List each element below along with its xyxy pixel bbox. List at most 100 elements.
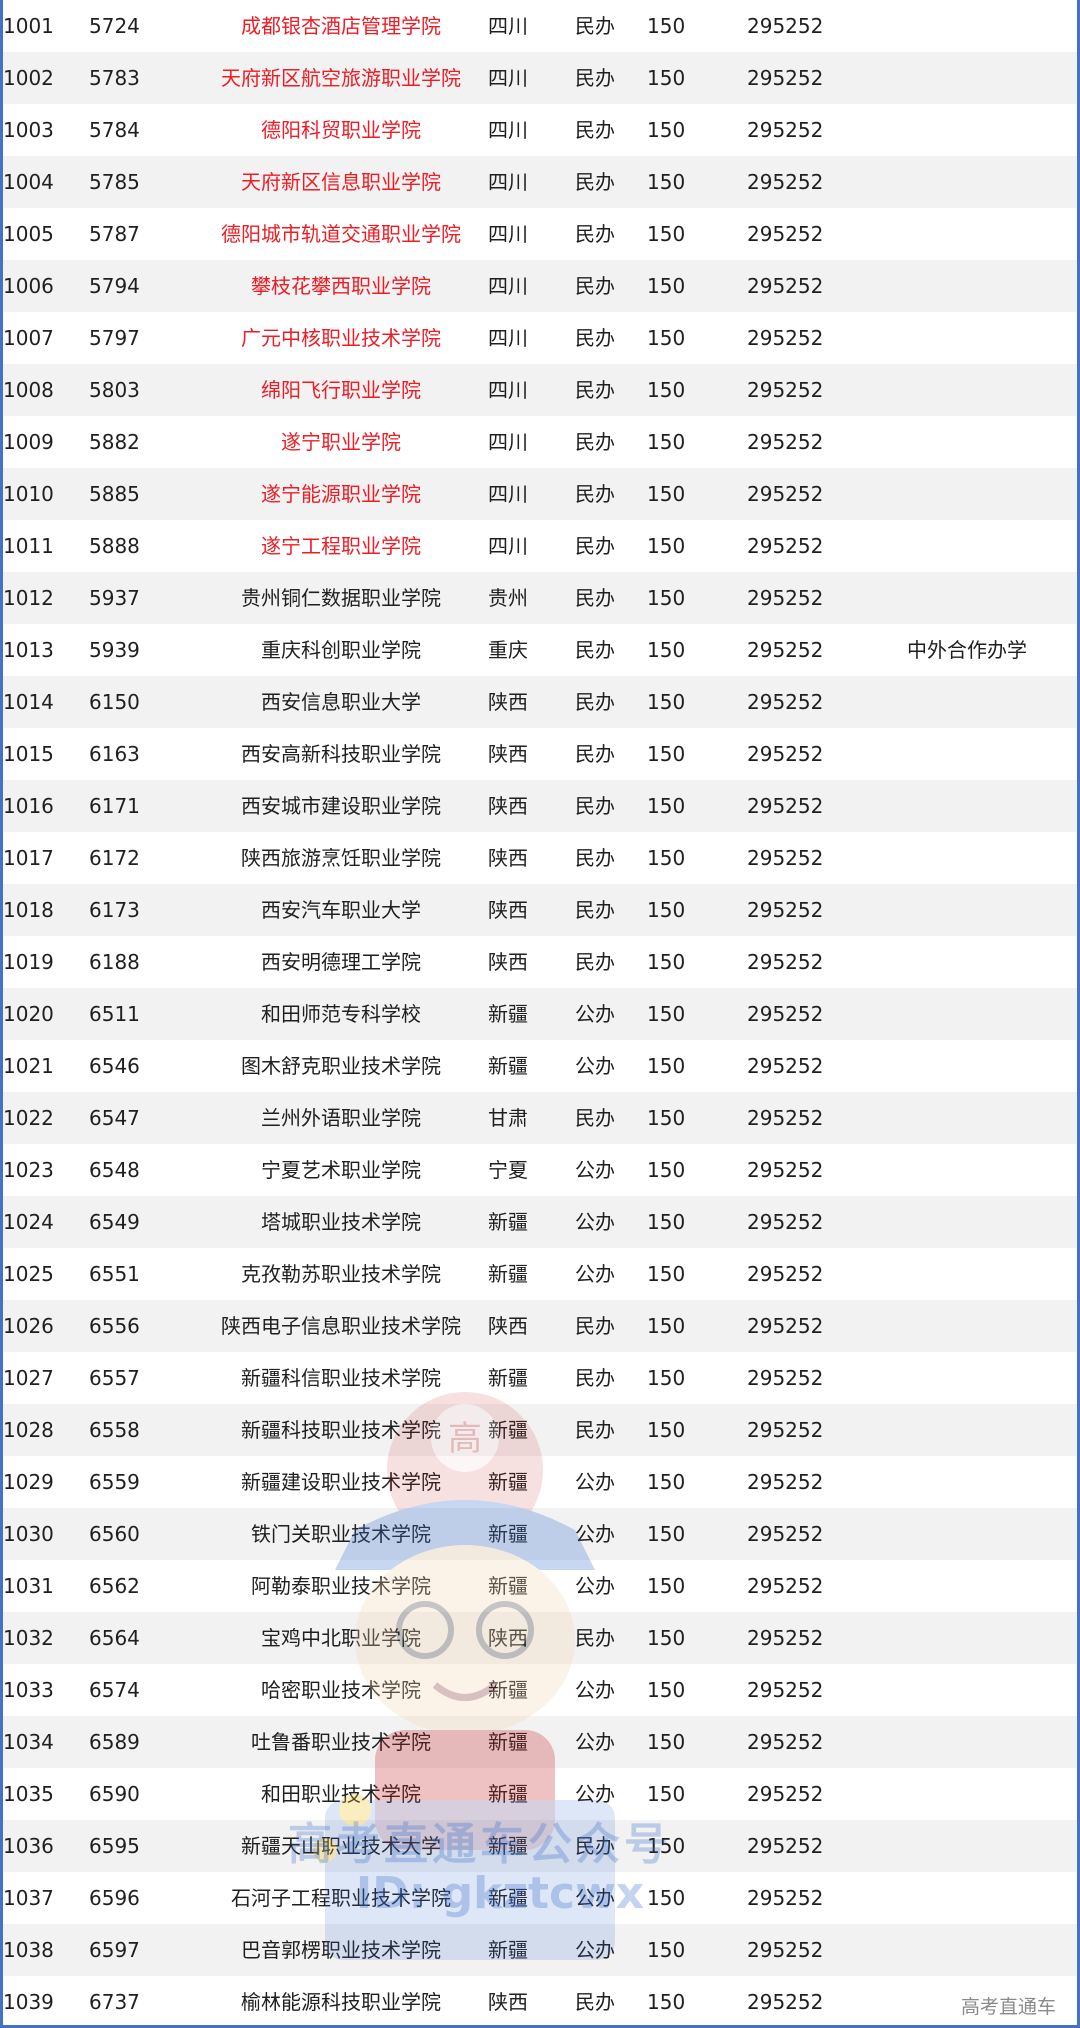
institution-code: 5885 bbox=[89, 482, 140, 506]
rank-value: 295252 bbox=[747, 1678, 824, 1702]
institution-code: 5787 bbox=[89, 222, 140, 246]
table-row: 1021 6546 图木舒克职业技术学院 新疆 公办 150 295252 bbox=[3, 1040, 1077, 1092]
institution-code: 5882 bbox=[89, 430, 140, 454]
table-row: 1034 6589 吐鲁番职业技术学院 新疆 公办 150 295252 bbox=[3, 1716, 1077, 1768]
remark bbox=[907, 1508, 1077, 1560]
row-index: 1002 bbox=[3, 66, 54, 90]
institution-name: 吐鲁番职业技术学院 bbox=[251, 1730, 431, 1754]
ownership-type: 民办 bbox=[575, 482, 615, 506]
remark bbox=[907, 312, 1077, 364]
institution-code: 6562 bbox=[89, 1574, 140, 1598]
score-value: 150 bbox=[647, 1990, 686, 2014]
remark bbox=[907, 1040, 1077, 1092]
ownership-type: 公办 bbox=[575, 1574, 615, 1598]
table-row: 1008 5803 绵阳飞行职业学院 四川 民办 150 295252 bbox=[3, 364, 1077, 416]
institution-name: 图木舒克职业技术学院 bbox=[241, 1054, 441, 1078]
table-row: 1013 5939 重庆科创职业学院 重庆 民办 150 295252 中外合作办学 bbox=[3, 624, 1077, 676]
remark bbox=[907, 936, 1077, 988]
score-value: 150 bbox=[647, 274, 686, 298]
remark bbox=[907, 1664, 1077, 1716]
row-index: 1013 bbox=[3, 638, 54, 662]
watermark-id: ID: gkztcwx bbox=[355, 1868, 645, 1919]
row-index: 1028 bbox=[3, 1418, 54, 1442]
institution-code: 6556 bbox=[89, 1314, 140, 1338]
remark bbox=[907, 1456, 1077, 1508]
table-row: 1017 6172 陕西旅游烹饪职业学院 陕西 民办 150 295252 bbox=[3, 832, 1077, 884]
remark bbox=[907, 988, 1077, 1040]
row-index: 1014 bbox=[3, 690, 54, 714]
institution-code: 6737 bbox=[89, 1990, 140, 2014]
ownership-type: 民办 bbox=[575, 898, 615, 922]
table-row: 1004 5785 天府新区信息职业学院 四川 民办 150 295252 bbox=[3, 156, 1077, 208]
ownership-type: 公办 bbox=[575, 1210, 615, 1234]
score-value: 150 bbox=[647, 66, 686, 90]
ownership-type: 公办 bbox=[575, 1470, 615, 1494]
province: 新疆 bbox=[488, 1054, 528, 1078]
score-value: 150 bbox=[647, 1314, 686, 1338]
score-value: 150 bbox=[647, 1366, 686, 1390]
rank-value: 295252 bbox=[747, 1782, 824, 1806]
score-value: 150 bbox=[647, 1522, 686, 1546]
institution-code: 5783 bbox=[89, 66, 140, 90]
score-value: 150 bbox=[647, 1678, 686, 1702]
remark bbox=[907, 260, 1077, 312]
institution-code: 5797 bbox=[89, 326, 140, 350]
institution-code: 5803 bbox=[89, 378, 140, 402]
table-row: 1003 5784 德阳科贸职业学院 四川 民办 150 295252 bbox=[3, 104, 1077, 156]
remark bbox=[907, 884, 1077, 936]
remark bbox=[907, 1092, 1077, 1144]
table-row: 1007 5797 广元中核职业技术学院 四川 民办 150 295252 bbox=[3, 312, 1077, 364]
table-row: 1024 6549 塔城职业技术学院 新疆 公办 150 295252 bbox=[3, 1196, 1077, 1248]
province: 陕西 bbox=[488, 898, 528, 922]
institution-code: 6595 bbox=[89, 1834, 140, 1858]
table-row: 1033 6574 哈密职业技术学院 新疆 公办 150 295252 bbox=[3, 1664, 1077, 1716]
table-row: 1019 6188 西安明德理工学院 陕西 民办 150 295252 bbox=[3, 936, 1077, 988]
score-value: 150 bbox=[647, 1262, 686, 1286]
remark bbox=[907, 468, 1077, 520]
institution-name: 宝鸡中北职业学院 bbox=[261, 1626, 421, 1650]
province: 四川 bbox=[488, 170, 528, 194]
rank-value: 295252 bbox=[747, 534, 824, 558]
province: 四川 bbox=[488, 534, 528, 558]
row-index: 1017 bbox=[3, 846, 54, 870]
remark bbox=[907, 1768, 1077, 1820]
table-row: 1001 5724 成都银杏酒店管理学院 四川 民办 150 295252 bbox=[3, 0, 1077, 52]
ownership-type: 公办 bbox=[575, 1002, 615, 1026]
province: 陕西 bbox=[488, 690, 528, 714]
table-row: 1022 6547 兰州外语职业学院 甘肃 民办 150 295252 bbox=[3, 1092, 1077, 1144]
row-index: 1020 bbox=[3, 1002, 54, 1026]
institution-name: 巴音郭楞职业技术学院 bbox=[241, 1938, 441, 1962]
row-index: 1010 bbox=[3, 482, 54, 506]
remark bbox=[907, 572, 1077, 624]
institution-name: 遂宁职业学院 bbox=[281, 430, 401, 454]
ownership-type: 公办 bbox=[575, 1262, 615, 1286]
score-value: 150 bbox=[647, 1210, 686, 1234]
table-row: 1025 6551 克孜勒苏职业技术学院 新疆 公办 150 295252 bbox=[3, 1248, 1077, 1300]
row-index: 1027 bbox=[3, 1366, 54, 1390]
row-index: 1021 bbox=[3, 1054, 54, 1078]
ownership-type: 民办 bbox=[575, 326, 615, 350]
score-value: 150 bbox=[647, 1002, 686, 1026]
table-row: 1027 6557 新疆科信职业技术学院 新疆 民办 150 295252 bbox=[3, 1352, 1077, 1404]
institution-name: 榆林能源科技职业学院 bbox=[241, 1990, 441, 2014]
remark bbox=[907, 1872, 1077, 1924]
institution-name: 广元中核职业技术学院 bbox=[241, 326, 441, 350]
province: 甘肃 bbox=[488, 1106, 528, 1130]
ownership-type: 民办 bbox=[575, 690, 615, 714]
ownership-type: 公办 bbox=[575, 1522, 615, 1546]
institution-name: 克孜勒苏职业技术学院 bbox=[241, 1262, 441, 1286]
score-value: 150 bbox=[647, 1158, 686, 1182]
province: 新疆 bbox=[488, 1938, 528, 1962]
institution-code: 6163 bbox=[89, 742, 140, 766]
province: 陕西 bbox=[488, 1990, 528, 2014]
row-index: 1033 bbox=[3, 1678, 54, 1702]
row-index: 1018 bbox=[3, 898, 54, 922]
table-row: 1031 6562 阿勒泰职业技术学院 新疆 公办 150 295252 bbox=[3, 1560, 1077, 1612]
score-value: 150 bbox=[647, 794, 686, 818]
score-value: 150 bbox=[647, 1054, 686, 1078]
ownership-type: 民办 bbox=[575, 1106, 615, 1130]
province: 新疆 bbox=[488, 1470, 528, 1494]
institution-code: 6172 bbox=[89, 846, 140, 870]
institution-code: 6547 bbox=[89, 1106, 140, 1130]
table-row: 1015 6163 西安高新科技职业学院 陕西 民办 150 295252 bbox=[3, 728, 1077, 780]
